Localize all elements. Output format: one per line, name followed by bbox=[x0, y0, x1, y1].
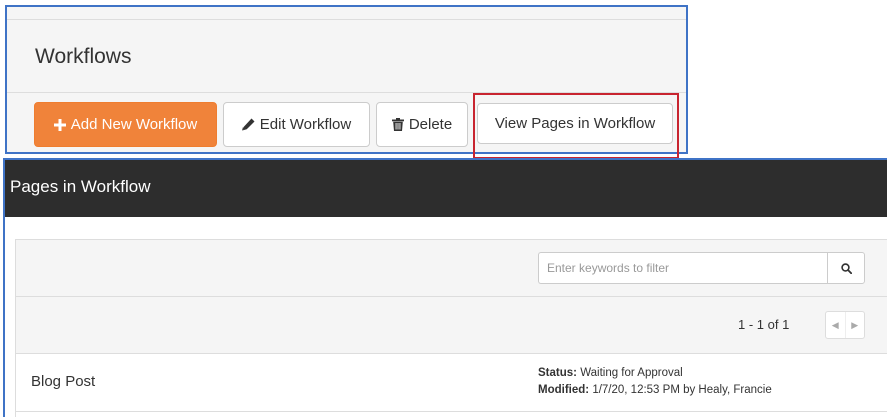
chevron-right-icon: ▶ bbox=[851, 319, 859, 330]
workflows-title: Workflows bbox=[35, 45, 132, 68]
edit-workflow-label: Edit Workflow bbox=[259, 116, 352, 133]
workflows-toolbar: Add New Workflow Edit Workflow Delete Vi… bbox=[7, 93, 686, 159]
filter-input[interactable] bbox=[538, 252, 827, 284]
search-icon bbox=[840, 262, 852, 274]
status-value: Waiting for Approval bbox=[580, 367, 683, 379]
delete-label: Delete bbox=[408, 116, 453, 133]
modified-line: Modified: 1/7/20, 12:53 PM by Healy, Fra… bbox=[538, 382, 772, 399]
header-divider bbox=[7, 19, 686, 20]
filter-bar bbox=[16, 240, 887, 297]
page-name[interactable]: Blog Post bbox=[31, 373, 95, 390]
plus-icon bbox=[53, 118, 66, 131]
pages-list: 1 - 1 of 1 ◀ ▶ Blog Post Status: Waiting… bbox=[15, 239, 887, 417]
delete-button[interactable]: Delete bbox=[376, 102, 468, 147]
status-line: Status: Waiting for Approval bbox=[538, 365, 772, 382]
status-label: Status: bbox=[538, 367, 577, 379]
pages-in-workflow-panel: Pages in Workflow 1 - 1 of 1 ◀ ▶ bbox=[3, 158, 887, 417]
pager-controls: ◀ ▶ bbox=[825, 311, 865, 339]
page-meta: Status: Waiting for Approval Modified: 1… bbox=[538, 365, 772, 399]
pages-title: Pages in Workflow bbox=[10, 177, 151, 196]
pager-count: 1 - 1 of 1 bbox=[738, 317, 790, 332]
previous-page-button[interactable]: ◀ bbox=[826, 312, 845, 338]
view-pages-in-workflow-label: View Pages in Workflow bbox=[494, 115, 656, 132]
workflows-panel: Workflows Add New Workflow Edit Workflow… bbox=[5, 5, 688, 159]
edit-workflow-button[interactable]: Edit Workflow bbox=[223, 102, 370, 147]
chevron-left-icon: ◀ bbox=[831, 319, 839, 330]
modified-value: 1/7/20, 12:53 PM by Healy, Francie bbox=[592, 384, 772, 396]
workflows-header: Workflows bbox=[7, 7, 686, 92]
search-button[interactable] bbox=[827, 252, 865, 284]
trash-icon bbox=[391, 118, 404, 131]
view-pages-in-workflow-button[interactable]: View Pages in Workflow bbox=[477, 103, 673, 144]
add-new-workflow-label: Add New Workflow bbox=[70, 116, 198, 133]
pager-bar: 1 - 1 of 1 ◀ ▶ bbox=[16, 297, 887, 354]
next-page-button[interactable]: ▶ bbox=[844, 312, 865, 338]
pages-header: Pages in Workflow bbox=[5, 160, 887, 217]
search-group bbox=[538, 252, 865, 284]
table-row[interactable]: Blog Post Status: Waiting for Approval M… bbox=[16, 354, 887, 412]
pencil-icon bbox=[241, 118, 255, 131]
modified-label: Modified: bbox=[538, 384, 590, 396]
add-new-workflow-button[interactable]: Add New Workflow bbox=[34, 102, 217, 147]
